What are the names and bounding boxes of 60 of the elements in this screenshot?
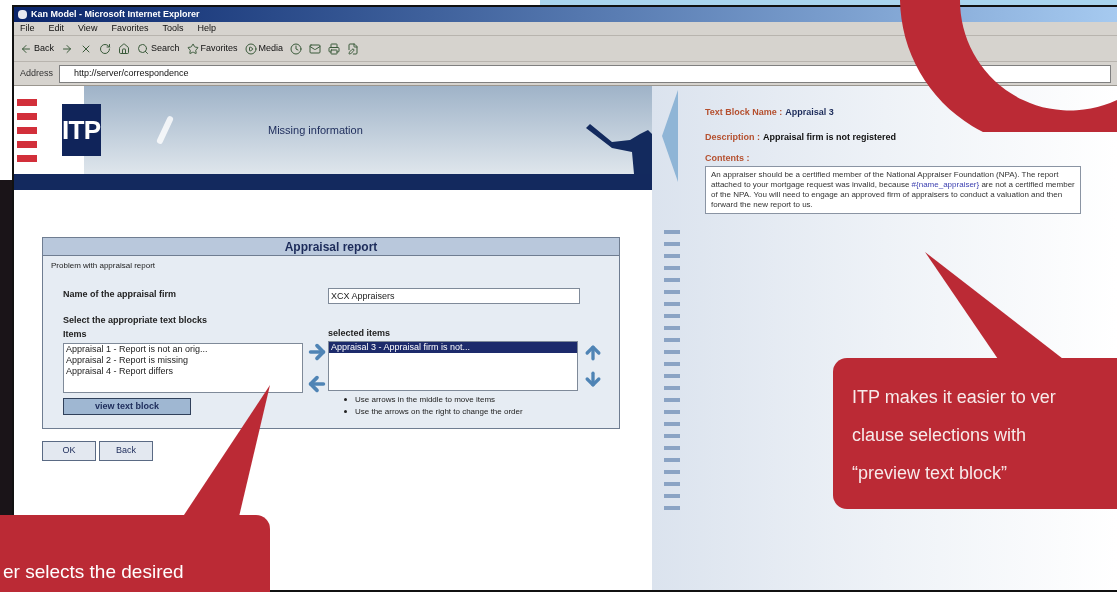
field-label: Name of the appraisal firm [63,288,178,301]
panel-subtitle: Problem with appraisal report [50,260,157,272]
menu-item[interactable]: Help [197,21,216,36]
toolbar-button[interactable]: Media [244,41,284,56]
list-item[interactable]: Appraisal 3 - Appraisal firm is not... [329,341,577,353]
callout-text: “preview text block” [852,462,1009,485]
hint-text: Use arrows in the middle to move items [355,393,496,406]
menu-item[interactable]: File [20,21,35,36]
window-title: Kan Model - Microsoft Internet Explorer [31,7,200,21]
back-arrow-icon [20,42,32,55]
firm-name-field[interactable]: XCX Appraisers [328,288,580,304]
list-box[interactable]: Appraisal 3 - Appraisal firm is not... [328,340,578,391]
list-item[interactable]: Appraisal 4 - Report differs [64,366,302,377]
field-label: Contents : [705,152,751,165]
callout-text: er selects the desired [3,560,185,584]
search-icon [137,42,149,55]
field-value: Appraisal firm is not registered [763,130,897,144]
printer-icon[interactable] [328,42,341,55]
list-box[interactable]: Appraisal 1 - Report is not an orig... Appraisal 2 - Report is missing Appraisal 4 - Report differs [63,343,303,393]
address-field[interactable]: http://server/correspondence [59,64,1111,83]
toolbar-button[interactable]: Search [137,41,180,56]
refresh-icon[interactable] [99,42,111,55]
document-edit-icon[interactable] [347,42,360,55]
logo: ITP [62,104,101,156]
address-label: Address [20,66,54,80]
bullet-icon [344,410,347,413]
form-button[interactable]: OK [42,440,96,461]
right-arrow-icon[interactable] [306,341,328,363]
contents-text: An appraiser should be a certified member of the National Appraiser Foundation (NPA). The report attached to your mortgage request was invalid, because #{name_appraiser} are not a certified member of the NPA. You will need to engage an approved firm of appraisers to conduct a valuation and then forward the new report to us. [711,169,1075,210]
star-icon [186,42,199,55]
clock-icon[interactable] [290,42,303,55]
field-label: Text Block Name : [705,106,783,119]
home-icon[interactable] [118,42,130,55]
menu-item[interactable]: Favorites [111,21,149,36]
bullet-icon [344,398,347,401]
list-item[interactable]: Appraisal 1 - Report is not an orig... [64,344,302,355]
form-button[interactable]: Back [99,440,153,461]
menu-item[interactable]: View [78,21,98,36]
callout-text: ITP makes it easier to ver [852,386,1057,409]
stripes-drawing [17,98,37,162]
template-field: #{name_appraiser} [911,179,980,189]
toolbar-button[interactable]: Favorites [186,41,238,56]
list-label: Items [63,327,88,341]
forward-arrow-icon[interactable] [61,42,73,55]
field-value: Appraisal 3 [785,106,834,119]
list-label: selected items [328,327,392,340]
field-label: Description : [705,130,760,144]
callout-text: clause selections with [852,424,1028,447]
list-item[interactable]: Appraisal 2 - Report is missing [64,355,302,366]
browser-icon [18,10,27,19]
view-text-block-button[interactable]: view text block [63,398,191,415]
hint-text: Use the arrows on the right to change the order [355,405,523,418]
panel-title: Appraisal report [43,238,619,256]
toolbar-button[interactable]: Back [20,41,54,56]
field-label: Select the appropriate text blocks [63,314,209,327]
mail-icon[interactable] [309,42,322,55]
play-icon [244,42,257,55]
menu-item[interactable]: Edit [48,21,65,36]
menu-item[interactable]: Tools [162,21,184,36]
page-title: Missing information [268,122,363,138]
